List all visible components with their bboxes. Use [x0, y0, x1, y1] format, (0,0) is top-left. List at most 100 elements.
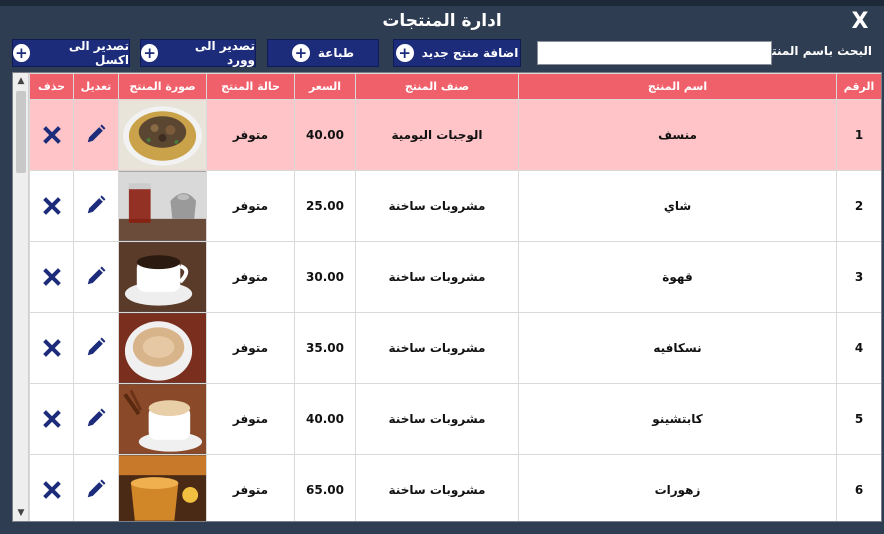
coffee-photo — [119, 242, 206, 312]
cell-price: 40.00 — [294, 383, 356, 455]
scroll-up-icon[interactable]: ▲ — [13, 74, 29, 88]
nescafe-photo — [119, 313, 206, 383]
mansaf-photo — [119, 100, 206, 170]
close-x-icon[interactable] — [40, 265, 64, 289]
export-word-button[interactable]: تصدير الى وورد + — [140, 39, 256, 67]
cell-status: متوفر — [206, 383, 295, 455]
cell-name: شاي — [518, 170, 837, 242]
cell-name: كابتشينو — [518, 383, 837, 455]
table-row[interactable]: 1 منسف الوجبات اليومية 40.00 متوفر — [29, 99, 881, 171]
table-header-row: الرقم اسم المنتج صنف المنتج السعر حالة ا… — [29, 73, 881, 100]
col-header-price[interactable]: السعر — [294, 73, 356, 100]
scroll-down-icon[interactable]: ▼ — [13, 506, 29, 520]
cell-id: 3 — [836, 241, 881, 313]
cell-category: مشروبات ساخنة — [355, 454, 519, 521]
table-row[interactable]: 2 شاي مشروبات ساخنة 25.00 متوفر — [29, 170, 881, 242]
plus-circle-icon: + — [141, 44, 159, 62]
cell-name: زهورات — [518, 454, 837, 521]
plus-circle-icon: + — [291, 44, 310, 62]
cell-status: متوفر — [206, 454, 295, 521]
pencil-icon[interactable] — [84, 193, 108, 217]
herbal-tea-photo — [119, 455, 206, 521]
close-x-icon[interactable] — [40, 478, 64, 502]
table-row[interactable]: 3 قهوة مشروبات ساخنة 30.00 متوفر — [29, 241, 881, 313]
search-input[interactable] — [537, 41, 772, 65]
products-table: الرقم اسم المنتج صنف المنتج السعر حالة ا… — [29, 73, 881, 521]
col-header-id[interactable]: الرقم — [836, 73, 881, 100]
cell-status: متوفر — [206, 312, 295, 384]
cell-category: مشروبات ساخنة — [355, 312, 519, 384]
cell-delete — [29, 454, 74, 521]
print-label: طباعة — [317, 46, 355, 60]
plus-circle-icon: + — [395, 44, 414, 62]
cell-edit — [73, 99, 119, 171]
search-label: البحث باسم المنتج — [763, 44, 872, 58]
export-excel-label: تصدير الى اكسل — [68, 39, 129, 67]
cell-id: 5 — [836, 383, 881, 455]
cell-edit — [73, 312, 119, 384]
col-header-status[interactable]: حالة المنتج — [206, 73, 295, 100]
add-product-label: اضافة منتج جديد — [421, 46, 519, 60]
pencil-icon[interactable] — [84, 335, 108, 359]
cell-status: متوفر — [206, 241, 295, 313]
window-title: ادارة المنتجات — [382, 11, 502, 31]
cell-category: الوجبات اليومية — [355, 99, 519, 171]
table-row[interactable]: 5 كابتشينو مشروبات ساخنة 40.00 متوفر — [29, 383, 881, 455]
cell-price: 35.00 — [294, 312, 356, 384]
pencil-icon[interactable] — [84, 477, 108, 501]
products-grid: ▲ ▼ الرقم اسم المنتج صنف المنتج السعر حا… — [12, 72, 882, 522]
cell-name: قهوة — [518, 241, 837, 313]
col-header-image[interactable]: صورة المنتج — [118, 73, 207, 100]
vertical-scrollbar[interactable]: ▲ ▼ — [13, 73, 29, 521]
print-button[interactable]: طباعة + — [267, 39, 379, 67]
title-bar: ادارة المنتجات X — [0, 6, 884, 36]
col-header-edit[interactable]: تعديل — [73, 73, 119, 100]
cell-image — [118, 454, 207, 521]
plus-circle-icon: + — [13, 44, 30, 62]
cell-id: 1 — [836, 99, 881, 171]
cell-edit — [73, 383, 119, 455]
cell-name: نسكافيه — [518, 312, 837, 384]
cappuccino-photo — [119, 384, 206, 454]
scrollbar-thumb[interactable] — [16, 91, 26, 173]
cell-price: 65.00 — [294, 454, 356, 521]
add-product-button[interactable]: اضافة منتج جديد + — [393, 39, 521, 67]
pencil-icon[interactable] — [84, 264, 108, 288]
cell-category: مشروبات ساخنة — [355, 170, 519, 242]
cell-edit — [73, 170, 119, 242]
cell-price: 30.00 — [294, 241, 356, 313]
cell-delete — [29, 312, 74, 384]
col-header-delete[interactable]: حذف — [29, 73, 74, 100]
cell-image — [118, 99, 207, 171]
toolbar: البحث باسم المنتج اضافة منتج جديد + طباع… — [0, 36, 884, 70]
close-x-icon[interactable] — [40, 123, 64, 147]
cell-name: منسف — [518, 99, 837, 171]
export-excel-button[interactable]: تصدير الى اكسل + — [12, 39, 130, 67]
export-word-label: تصدير الى وورد — [194, 39, 255, 67]
close-x-icon[interactable] — [40, 194, 64, 218]
table-row[interactable]: 6 زهورات مشروبات ساخنة 65.00 متوفر — [29, 454, 881, 521]
cell-delete — [29, 383, 74, 455]
cell-category: مشروبات ساخنة — [355, 241, 519, 313]
cell-image — [118, 383, 207, 455]
pencil-icon[interactable] — [84, 406, 108, 430]
close-button[interactable]: X — [848, 6, 872, 36]
table-row[interactable]: 4 نسكافيه مشروبات ساخنة 35.00 متوفر — [29, 312, 881, 384]
cell-image — [118, 312, 207, 384]
cell-price: 40.00 — [294, 99, 356, 171]
tea-photo — [119, 171, 206, 241]
cell-category: مشروبات ساخنة — [355, 383, 519, 455]
col-header-category[interactable]: صنف المنتج — [355, 73, 519, 100]
close-x-icon[interactable] — [40, 336, 64, 360]
cell-id: 4 — [836, 312, 881, 384]
cell-delete — [29, 99, 74, 171]
cell-id: 2 — [836, 170, 881, 242]
products-window: ادارة المنتجات X البحث باسم المنتج اضافة… — [0, 0, 884, 534]
cell-image — [118, 241, 207, 313]
cell-edit — [73, 241, 119, 313]
pencil-icon[interactable] — [84, 122, 108, 146]
close-x-icon[interactable] — [40, 407, 64, 431]
col-header-name[interactable]: اسم المنتج — [518, 73, 837, 100]
cell-image — [118, 170, 207, 242]
cell-status: متوفر — [206, 99, 295, 171]
